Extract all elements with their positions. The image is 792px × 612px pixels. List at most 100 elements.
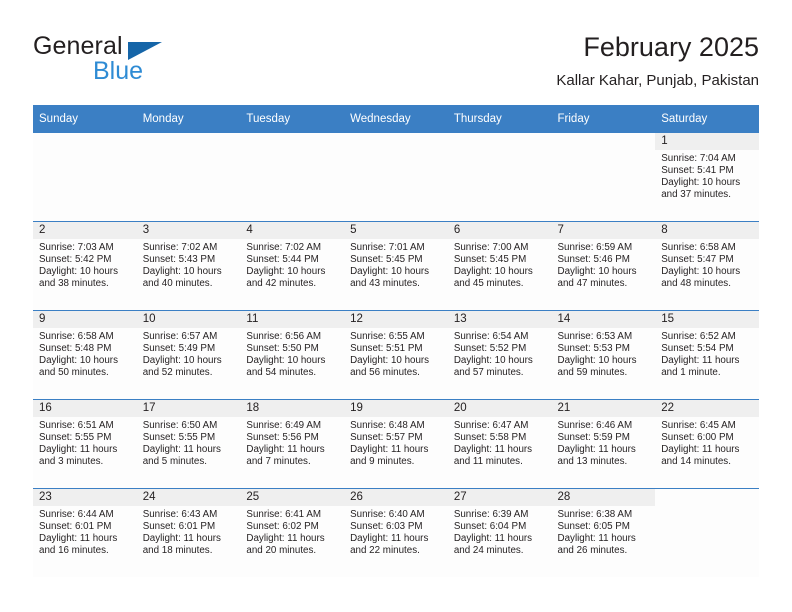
- calendar-cell[interactable]: 7 Sunrise: 6:59 AM Sunset: 5:46 PM Dayli…: [551, 221, 656, 311]
- day-cell: 26 Sunrise: 6:40 AM Sunset: 6:03 PM Dayl…: [344, 489, 448, 577]
- daylight-text-line2: and 37 minutes.: [661, 189, 731, 201]
- sunrise-text: Sunrise: 6:54 AM: [453, 331, 529, 342]
- calendar-cell[interactable]: 21 Sunrise: 6:46 AM Sunset: 5:59 PM Dayl…: [551, 399, 656, 489]
- day-cell: [240, 133, 344, 221]
- daylight-text-line2: and 11 minutes.: [453, 456, 523, 468]
- general-blue-logo[interactable]: General Blue: [33, 32, 253, 92]
- day-cell: 16 Sunrise: 6:51 AM Sunset: 5:55 PM Dayl…: [33, 400, 137, 488]
- daylight-text-line2: and 38 minutes.: [39, 278, 109, 290]
- daylight-text-line1: Daylight: 10 hours: [557, 266, 637, 278]
- calendar-cell[interactable]: 15 Sunrise: 6:52 AM Sunset: 5:54 PM Dayl…: [655, 310, 759, 400]
- daylight-text-line1: Daylight: 10 hours: [350, 355, 430, 367]
- calendar-cell[interactable]: 5 Sunrise: 7:01 AM Sunset: 5:45 PM Dayli…: [344, 221, 448, 311]
- day-number: 1: [655, 133, 759, 150]
- weekday-header-monday: Monday: [136, 105, 241, 133]
- calendar-cell[interactable]: 27 Sunrise: 6:39 AM Sunset: 6:04 PM Dayl…: [447, 488, 552, 577]
- day-number: 16: [33, 400, 137, 417]
- calendar-cell[interactable]: 3 Sunrise: 7:02 AM Sunset: 5:43 PM Dayli…: [136, 221, 241, 311]
- day-number: 15: [655, 311, 759, 328]
- calendar-cell[interactable]: 22 Sunrise: 6:45 AM Sunset: 6:00 PM Dayl…: [655, 399, 759, 489]
- sunset-text: Sunset: 5:49 PM: [142, 343, 216, 355]
- calendar-cell[interactable]: [344, 133, 448, 222]
- weekday-header-sunday: Sunday: [33, 105, 137, 133]
- calendar-cell[interactable]: 28 Sunrise: 6:38 AM Sunset: 6:05 PM Dayl…: [551, 488, 656, 577]
- sunrise-text: Sunrise: 7:03 AM: [39, 242, 114, 253]
- calendar-cell[interactable]: 17 Sunrise: 6:50 AM Sunset: 5:55 PM Dayl…: [136, 399, 241, 489]
- calendar-cell[interactable]: 18 Sunrise: 6:49 AM Sunset: 5:56 PM Dayl…: [240, 399, 345, 489]
- daylight-text-line1: Daylight: 11 hours: [661, 444, 740, 456]
- title-block: February 2025 Kallar Kahar, Punjab, Paki…: [556, 30, 759, 92]
- calendar-week-row: 2 Sunrise: 7:03 AM Sunset: 5:42 PM Dayli…: [33, 221, 759, 311]
- day-cell: 5 Sunrise: 7:01 AM Sunset: 5:45 PM Dayli…: [344, 222, 448, 310]
- daylight-text-line2: and 40 minutes.: [142, 278, 213, 290]
- calendar-cell[interactable]: 23 Sunrise: 6:44 AM Sunset: 6:01 PM Dayl…: [33, 488, 137, 577]
- calendar-cell[interactable]: 25 Sunrise: 6:41 AM Sunset: 6:02 PM Dayl…: [240, 488, 345, 577]
- daylight-text-line2: and 14 minutes.: [661, 456, 731, 468]
- calendar-cell[interactable]: 12 Sunrise: 6:55 AM Sunset: 5:51 PM Dayl…: [344, 310, 448, 400]
- day-cell: 21 Sunrise: 6:46 AM Sunset: 5:59 PM Dayl…: [551, 400, 656, 488]
- sunset-text: Sunset: 6:03 PM: [350, 521, 423, 533]
- day-number: 10: [136, 311, 241, 328]
- calendar-cell[interactable]: [447, 133, 552, 222]
- sunrise-text: Sunrise: 6:57 AM: [142, 331, 218, 342]
- calendar-cell[interactable]: 14 Sunrise: 6:53 AM Sunset: 5:53 PM Dayl…: [551, 310, 656, 400]
- sunset-text: Sunset: 5:44 PM: [246, 254, 319, 266]
- sunset-text: Sunset: 5:58 PM: [453, 432, 527, 444]
- daylight-text-line1: Daylight: 11 hours: [39, 533, 118, 545]
- day-number: [344, 133, 448, 150]
- calendar-cell[interactable]: [240, 133, 345, 222]
- calendar-cell[interactable]: 9 Sunrise: 6:58 AM Sunset: 5:48 PM Dayli…: [33, 310, 137, 400]
- calendar-cell[interactable]: [136, 133, 241, 222]
- calendar-cell[interactable]: 16 Sunrise: 6:51 AM Sunset: 5:55 PM Dayl…: [33, 399, 137, 489]
- day-cell: [552, 133, 656, 221]
- calendar-cell[interactable]: 10 Sunrise: 6:57 AM Sunset: 5:49 PM Dayl…: [136, 310, 241, 400]
- day-number: 8: [655, 222, 759, 239]
- daylight-text-line2: and 48 minutes.: [661, 278, 731, 290]
- calendar-cell[interactable]: 4 Sunrise: 7:02 AM Sunset: 5:44 PM Dayli…: [240, 221, 345, 311]
- day-details: [137, 150, 241, 153]
- sunset-text: Sunset: 5:42 PM: [39, 254, 112, 266]
- calendar-cell[interactable]: [551, 133, 656, 222]
- weekday-header-friday: Friday: [551, 105, 656, 133]
- daylight-text-line2: and 43 minutes.: [350, 278, 420, 290]
- sunrise-text: Sunrise: 6:59 AM: [557, 242, 633, 253]
- day-cell: 8 Sunrise: 6:58 AM Sunset: 5:47 PM Dayli…: [655, 222, 759, 310]
- calendar-cell[interactable]: 24 Sunrise: 6:43 AM Sunset: 6:01 PM Dayl…: [136, 488, 241, 577]
- sunset-text: Sunset: 5:45 PM: [350, 254, 423, 266]
- day-details: [448, 150, 552, 153]
- day-number: 12: [344, 311, 448, 328]
- sunrise-text: Sunrise: 6:58 AM: [39, 331, 114, 342]
- sunrise-text: Sunrise: 6:39 AM: [453, 509, 529, 520]
- calendar-cell[interactable]: 13 Sunrise: 6:54 AM Sunset: 5:52 PM Dayl…: [447, 310, 552, 400]
- daylight-text-line1: Daylight: 11 hours: [350, 533, 429, 545]
- daylight-text-line2: and 52 minutes.: [142, 367, 213, 379]
- daylight-text-line1: Daylight: 10 hours: [39, 355, 118, 367]
- calendar-cell[interactable]: 2 Sunrise: 7:03 AM Sunset: 5:42 PM Dayli…: [33, 221, 137, 311]
- calendar-cell[interactable]: [655, 488, 759, 577]
- daylight-text-line1: Daylight: 10 hours: [453, 266, 533, 278]
- calendar-cell[interactable]: 1 Sunrise: 7:04 AM Sunset: 5:41 PM Dayli…: [655, 133, 759, 222]
- calendar-cell[interactable]: 6 Sunrise: 7:00 AM Sunset: 5:45 PM Dayli…: [447, 221, 552, 311]
- sunset-text: Sunset: 6:01 PM: [39, 521, 112, 533]
- day-cell: [655, 489, 759, 577]
- calendar-week-row: 16 Sunrise: 6:51 AM Sunset: 5:55 PM Dayl…: [33, 399, 759, 489]
- day-details: Sunrise: 6:49 AM Sunset: 5:56 PM Dayligh…: [240, 417, 344, 468]
- calendar-cell[interactable]: 8 Sunrise: 6:58 AM Sunset: 5:47 PM Dayli…: [655, 221, 759, 311]
- calendar-cell[interactable]: 19 Sunrise: 6:48 AM Sunset: 5:57 PM Dayl…: [344, 399, 448, 489]
- calendar-cell[interactable]: [33, 133, 137, 222]
- day-details: Sunrise: 6:43 AM Sunset: 6:01 PM Dayligh…: [137, 506, 241, 557]
- calendar-cell[interactable]: 26 Sunrise: 6:40 AM Sunset: 6:03 PM Dayl…: [344, 488, 448, 577]
- calendar-page: General Blue February 2025 Kallar Kahar,…: [0, 0, 792, 612]
- day-cell: 20 Sunrise: 6:47 AM Sunset: 5:58 PM Dayl…: [447, 400, 552, 488]
- calendar-cell[interactable]: 11 Sunrise: 6:56 AM Sunset: 5:50 PM Dayl…: [240, 310, 345, 400]
- calendar-cell[interactable]: 20 Sunrise: 6:47 AM Sunset: 5:58 PM Dayl…: [447, 399, 552, 489]
- sunset-text: Sunset: 5:41 PM: [661, 165, 734, 177]
- day-details: Sunrise: 6:39 AM Sunset: 6:04 PM Dayligh…: [448, 506, 552, 557]
- day-number: 20: [447, 400, 552, 417]
- day-details: [552, 150, 656, 153]
- day-cell: 10 Sunrise: 6:57 AM Sunset: 5:49 PM Dayl…: [136, 311, 241, 399]
- daylight-text-line2: and 47 minutes.: [557, 278, 628, 290]
- day-cell: 6 Sunrise: 7:00 AM Sunset: 5:45 PM Dayli…: [447, 222, 552, 310]
- daylight-text-line1: Daylight: 10 hours: [39, 266, 118, 278]
- logo-text-general: General: [33, 32, 123, 60]
